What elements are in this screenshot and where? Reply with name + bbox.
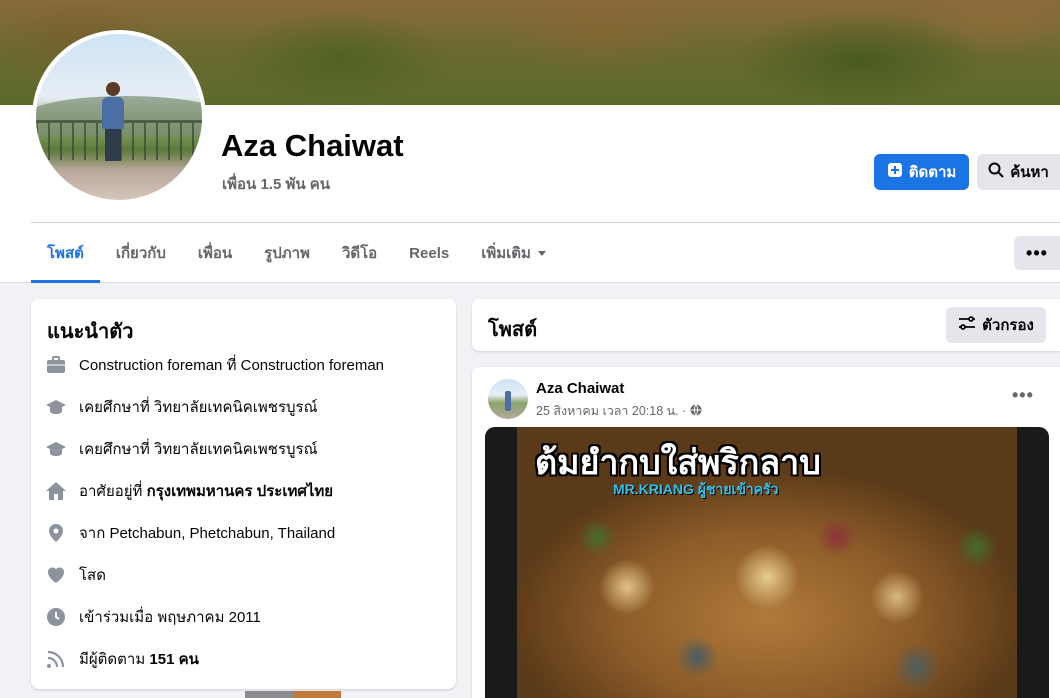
more-options-button[interactable]: ••• (1014, 236, 1060, 270)
tab-about[interactable]: เกี่ยวกับ (100, 223, 182, 283)
tab-photos[interactable]: รูปภาพ (248, 223, 326, 283)
intro-text: เคยศึกษาที่ วิทยาลัยเทคนิคเพชรบูรณ์ (79, 441, 318, 458)
intro-text: อาศัยอยู่ที่ (79, 483, 147, 500)
intro-item-from: จาก Petchabun, Phetchabun, Thailand (45, 521, 335, 545)
posts-title: โพสต์ (488, 319, 538, 341)
search-button[interactable]: ค้นหา (977, 154, 1060, 190)
tab-label: โพสต์ (47, 245, 84, 262)
follow-plus-icon (887, 162, 903, 182)
intro-bold-text[interactable]: กรุงเทพมหานคร ประเทศไทย (147, 483, 333, 500)
tab-videos[interactable]: วิดีโอ (326, 223, 393, 283)
search-icon (988, 162, 1004, 182)
profile-tabs: โพสต์ เกี่ยวกับ เพื่อน รูปภาพ วิดีโอ Ree… (31, 223, 563, 283)
tab-reels[interactable]: Reels (393, 223, 465, 283)
follow-button[interactable]: ติดตาม (874, 154, 969, 190)
tab-label: เกี่ยวกับ (115, 245, 166, 262)
post-image[interactable]: ต้มยำกบใส่พริกลาบ MR.KRIANG ผู้ชายเข้าคร… (485, 427, 1049, 698)
tab-label: เพื่อน (197, 245, 233, 262)
intro-text: เข้าร่วมเมื่อ พฤษภาคม 2011 (79, 609, 261, 626)
intro-item-lives-in: อาศัยอยู่ที่ กรุงเทพมหานคร ประเทศไทย (45, 479, 333, 503)
graduation-cap-icon (45, 396, 67, 418)
home-icon (45, 480, 67, 502)
intro-card: แนะนำตัว Construction foreman ที่ Constr… (31, 299, 456, 689)
tab-label: รูปภาพ (264, 245, 310, 262)
caret-down-icon (537, 245, 547, 262)
tab-posts[interactable]: โพสต์ (31, 223, 100, 283)
location-pin-icon (45, 522, 67, 544)
bottom-strip (245, 691, 293, 698)
filter-label: ตัวกรอง (982, 317, 1034, 334)
intro-title: แนะนำตัว (47, 321, 134, 343)
profile-avatar[interactable] (32, 30, 206, 204)
filter-sliders-icon (958, 315, 976, 335)
clock-icon (45, 606, 67, 628)
tab-label: วิดีโอ (341, 245, 378, 262)
globe-icon (690, 403, 702, 419)
intro-item-followers: มีผู้ติดตาม 151 คน (45, 647, 199, 671)
avatar-person (102, 82, 124, 162)
intro-text: มีผู้ติดตาม (79, 651, 150, 668)
follow-label: ติดตาม (908, 164, 957, 181)
intro-item-joined: เข้าร่วมเมื่อ พฤษภาคม 2011 (45, 605, 261, 629)
intro-text: Construction foreman ที่ Construction fo… (79, 357, 385, 374)
food-photo: ต้มยำกบใส่พริกลาบ MR.KRIANG ผู้ชายเข้าคร… (517, 427, 1017, 698)
intro-item-education: เคยศึกษาที่ วิทยาลัยเทคนิคเพชรบูรณ์ (45, 437, 318, 461)
intro-item-relationship: โสด (45, 563, 106, 587)
friends-count[interactable]: เพื่อน 1.5 พัน คน (222, 172, 330, 196)
tab-friends[interactable]: เพื่อน (182, 223, 248, 283)
intro-text: จาก Petchabun, Phetchabun, Thailand (79, 525, 336, 542)
tab-more[interactable]: เพิ่มเติม (465, 223, 563, 283)
intro-item-work: Construction foreman ที่ Construction fo… (45, 353, 384, 377)
followers-count[interactable]: 151 คน (149, 651, 198, 668)
rss-icon (45, 648, 67, 670)
intro-text: โสด (79, 567, 106, 584)
bottom-strip (293, 691, 341, 698)
tab-label: เพิ่มเติม (481, 245, 531, 262)
image-subtitle-text: MR.KRIANG ผู้ชายเข้าครัว (613, 481, 779, 497)
profile-name: Aza Chaiwat (221, 128, 404, 163)
briefcase-icon (45, 354, 67, 376)
post-author-name[interactable]: Aza Chaiwat (536, 380, 624, 397)
post-meta: 25 สิงหาคม เวลา 20:18 น. · (536, 401, 702, 421)
post-author-avatar[interactable] (488, 379, 528, 419)
heart-icon (45, 564, 67, 586)
filter-button[interactable]: ตัวกรอง (946, 307, 1046, 343)
post-timestamp[interactable]: 25 สิงหาคม เวลา 20:18 น. · (536, 401, 686, 421)
tab-label: Reels (409, 244, 450, 262)
post-options-button[interactable]: ••• (1012, 385, 1034, 406)
search-label: ค้นหา (1010, 164, 1049, 181)
intro-item-education: เคยศึกษาที่ วิทยาลัยเทคนิคเพชรบูรณ์ (45, 395, 318, 419)
posts-header: โพสต์ ตัวกรอง (472, 299, 1060, 351)
graduation-cap-icon (45, 438, 67, 460)
intro-text: เคยศึกษาที่ วิทยาลัยเทคนิคเพชรบูรณ์ (79, 399, 318, 416)
post-card: Aza Chaiwat 25 สิงหาคม เวลา 20:18 น. · •… (472, 367, 1060, 698)
